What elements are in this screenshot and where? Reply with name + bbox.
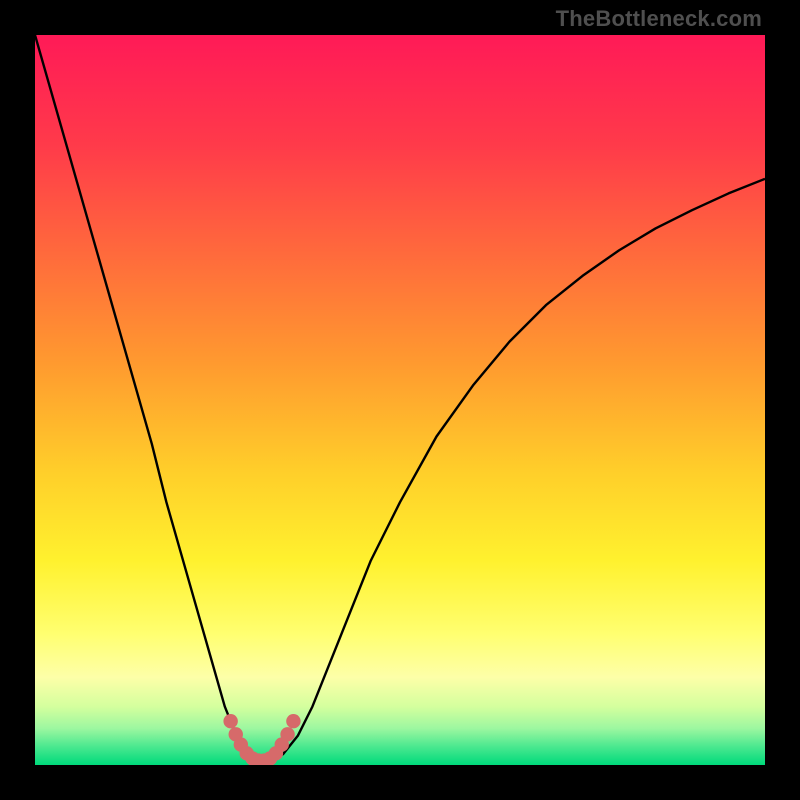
chart-background	[35, 35, 765, 765]
highlight-dot	[286, 714, 300, 728]
watermark-text: TheBottleneck.com	[556, 6, 762, 32]
highlight-dot	[223, 714, 237, 728]
highlight-dot	[280, 727, 294, 741]
chart-plot-area	[35, 35, 765, 765]
chart-frame: TheBottleneck.com	[0, 0, 800, 800]
chart-svg	[35, 35, 765, 765]
